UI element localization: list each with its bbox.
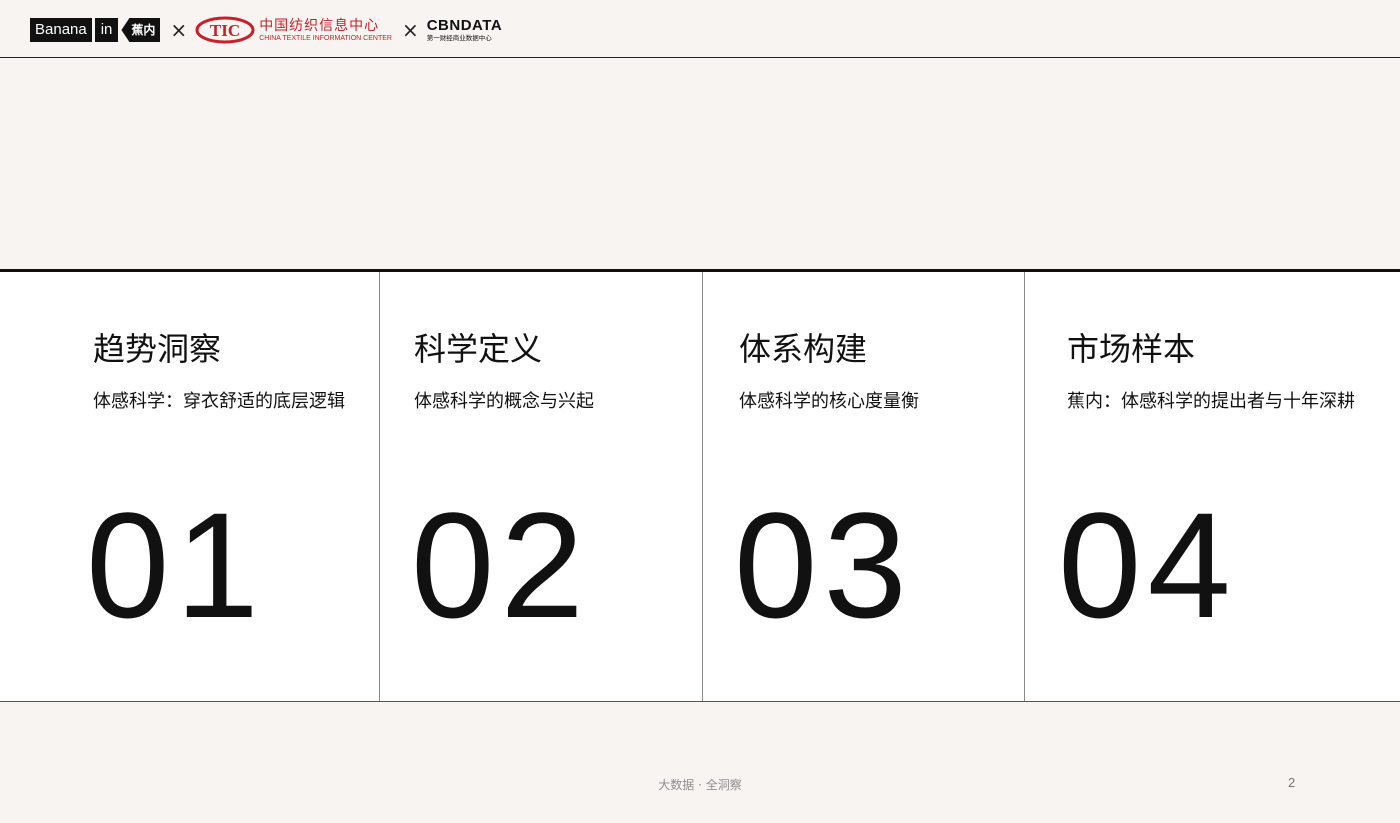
section-title: 科学定义	[414, 330, 543, 368]
bananain-logo-cn: 蕉内	[121, 18, 161, 42]
section-title: 市场样本	[1067, 330, 1196, 368]
ctic-emblem-icon: TIC	[195, 16, 255, 44]
section-card-4: 市场样本 蕉内：体感科学的提出者与十年深耕 04	[1024, 272, 1400, 701]
page-number: 2	[1288, 775, 1296, 790]
bananain-logo: Banana in 蕉内	[30, 18, 161, 42]
cbndata-logo: CBNDATA 第一财经商业数据中心	[427, 18, 502, 42]
section-card-1: 趋势洞察 体感科学：穿衣舒适的底层逻辑 01	[0, 272, 379, 701]
section-subtitle: 体感科学的概念与兴起	[414, 391, 594, 412]
bananain-logo-name: Banana	[30, 18, 92, 42]
section-title: 趋势洞察	[93, 330, 222, 368]
section-subtitle: 蕉内：体感科学的提出者与十年深耕	[1067, 391, 1355, 412]
footer-tagline: 大数据 · 全洞察	[658, 778, 742, 792]
logo-separator: ×	[170, 18, 188, 42]
cbndata-sub: 第一财经商业数据中心	[426, 34, 492, 43]
ctic-name-cn: 中国纺织信息中心	[259, 17, 380, 34]
ctic-logo: TIC 中国纺织信息中心 CHINA TEXTILE INFORMATION C…	[195, 16, 392, 44]
page-header: Banana in 蕉内 × TIC 中国纺织信息中心 CHINA TEXTIL…	[0, 0, 1400, 58]
section-card-2: 科学定义 体感科学的概念与兴起 02	[379, 272, 703, 701]
section-card-3: 体系构建 体感科学的核心度量衡 03	[702, 272, 1026, 701]
ctic-emblem-text: TIC	[210, 21, 240, 40]
contents-sections: 趋势洞察 体感科学：穿衣舒适的底层逻辑 01 科学定义 体感科学的概念与兴起 0…	[0, 269, 1400, 702]
ctic-name-en: CHINA TEXTILE INFORMATION CENTER	[259, 34, 392, 42]
partner-logos: Banana in 蕉内 × TIC 中国纺织信息中心 CHINA TEXTIL…	[30, 14, 502, 46]
section-number: 03	[734, 481, 913, 649]
section-title: 体系构建	[739, 330, 868, 368]
logo-separator-2: ×	[401, 18, 419, 42]
section-number: 01	[86, 481, 265, 649]
cbndata-name: CBNDATA	[426, 17, 503, 35]
section-subtitle: 体感科学的核心度量衡	[739, 391, 919, 412]
section-number: 02	[411, 481, 590, 649]
section-subtitle: 体感科学：穿衣舒适的底层逻辑	[93, 391, 345, 412]
bananain-logo-in: in	[94, 18, 119, 42]
section-number: 04	[1058, 481, 1237, 649]
